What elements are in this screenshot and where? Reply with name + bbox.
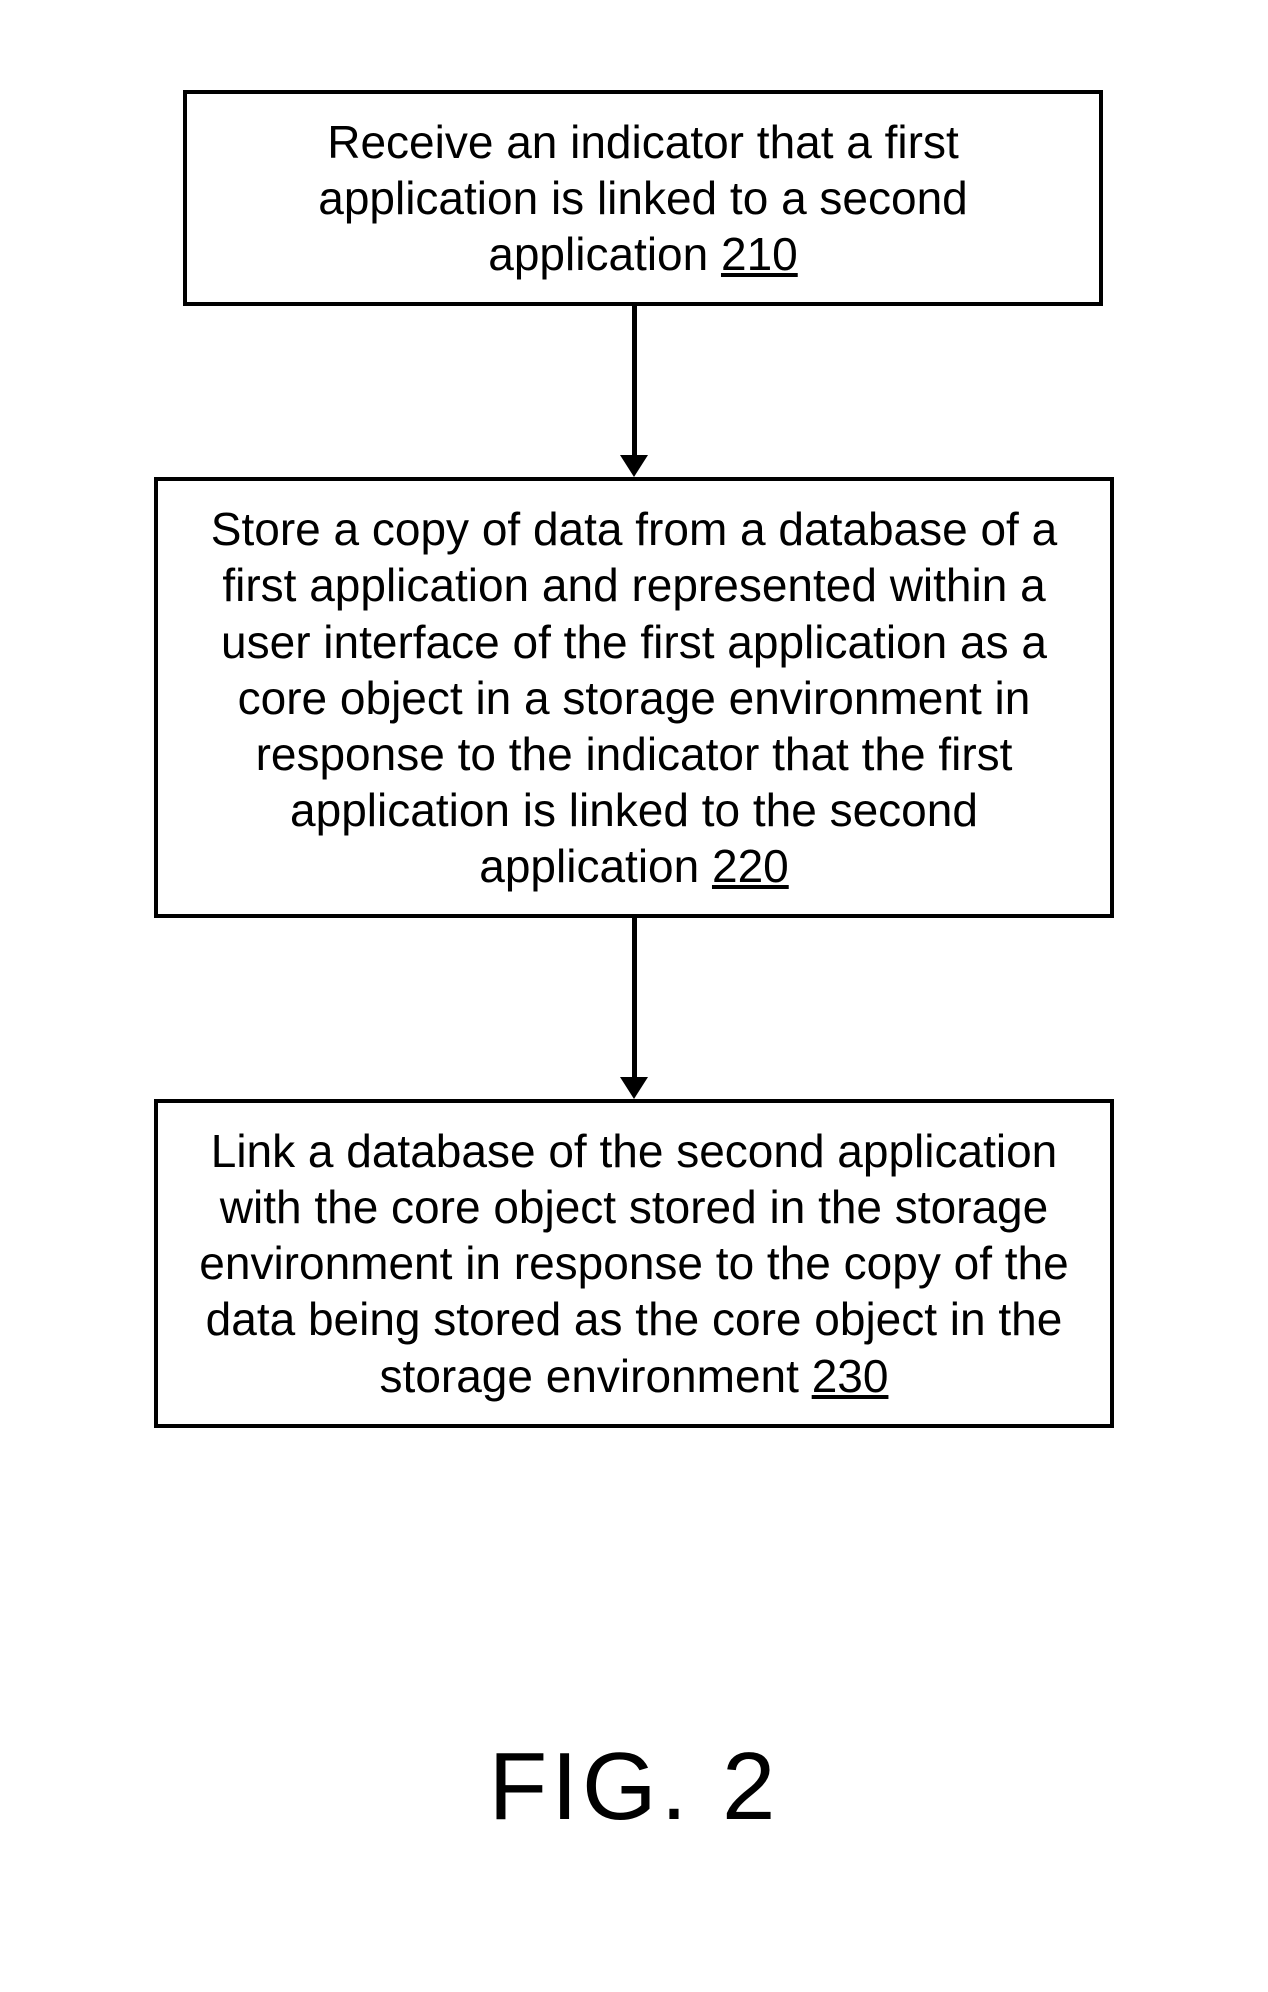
step-text: Store a copy of data from a database of … [211, 503, 1057, 892]
step-reference: 230 [812, 1350, 889, 1402]
flowchart-step-230: Link a database of the second applicatio… [154, 1099, 1114, 1428]
step-text: Link a database of the second applicatio… [199, 1125, 1068, 1401]
step-text: Receive an indicator that a first applic… [318, 116, 968, 280]
figure-label: FIG. 2 [489, 1732, 780, 1842]
flowchart-step-220: Store a copy of data from a database of … [154, 477, 1114, 918]
arrow-down-icon [620, 306, 648, 477]
flowchart-step-210: Receive an indicator that a first applic… [183, 90, 1103, 306]
arrow-down-icon [620, 918, 648, 1099]
flowchart-diagram: Receive an indicator that a first applic… [134, 90, 1134, 1428]
step-reference: 210 [721, 228, 798, 280]
step-reference: 220 [712, 840, 789, 892]
